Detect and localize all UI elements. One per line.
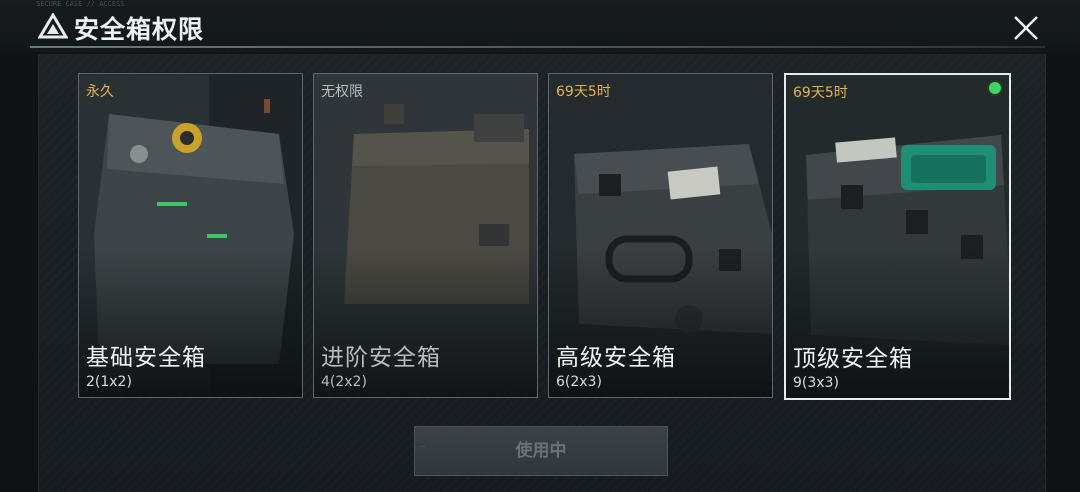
case-card-top[interactable]: 69天5时 顶级安全箱 9(3x3)	[784, 73, 1011, 400]
card-status: 永久	[86, 84, 114, 100]
card-size: 2(1x2)	[86, 374, 132, 390]
card-status: 无权限	[321, 84, 363, 100]
case-card-premium[interactable]: 69天5时 高级安全箱 6(2x3)	[548, 73, 773, 398]
card-size: 6(2x3)	[556, 374, 602, 390]
in-use-button[interactable]: 使用中 —	[414, 426, 668, 476]
card-name: 高级安全箱	[556, 345, 676, 371]
card-name: 顶级安全箱	[793, 346, 913, 372]
card-name: 基础安全箱	[86, 345, 206, 371]
header-divider	[30, 46, 1045, 48]
card-status: 69天5时	[556, 84, 611, 100]
case-card-basic[interactable]: 永久 基础安全箱 2(1x2)	[78, 73, 303, 398]
active-indicator-dot	[989, 82, 1001, 94]
button-decoration: —	[421, 444, 426, 450]
header-bar: SECURE CASE // ACCESS 安全箱权限	[0, 0, 1080, 52]
header-subtag: SECURE CASE // ACCESS	[36, 0, 125, 8]
card-status: 69天5时	[793, 85, 848, 101]
in-use-label: 使用中	[515, 441, 567, 461]
page-title: 安全箱权限	[74, 15, 205, 44]
case-card-advanced[interactable]: 无权限 进阶安全箱 4(2x2)	[313, 73, 538, 398]
card-size: 4(2x2)	[321, 374, 367, 390]
card-size: 9(3x3)	[793, 375, 839, 391]
warning-triangle-icon	[38, 13, 68, 39]
card-name: 进阶安全箱	[321, 345, 441, 371]
close-icon[interactable]	[1010, 12, 1042, 44]
